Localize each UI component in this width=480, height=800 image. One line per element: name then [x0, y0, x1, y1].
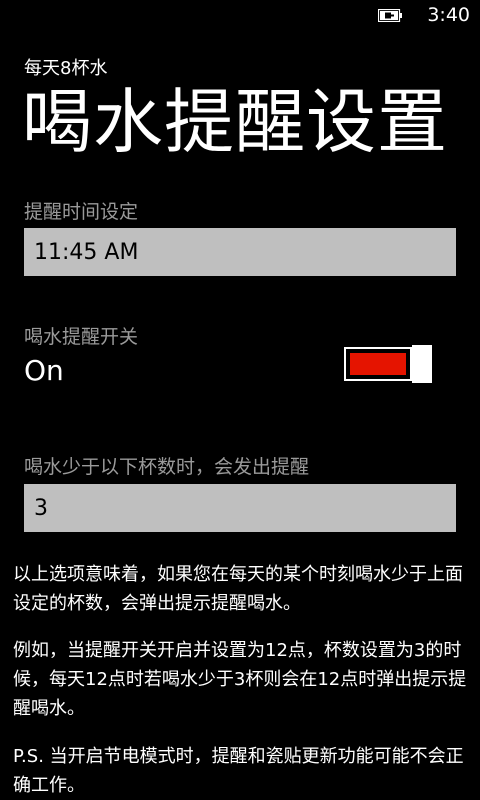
reminder-time-label: 提醒时间设定: [24, 201, 139, 223]
toggle-fill: [350, 353, 406, 375]
reminder-time-field[interactable]: [24, 228, 456, 276]
cup-threshold-field[interactable]: [24, 484, 456, 532]
description-paragraph: 以上选项意味着，如果您在每天的某个时刻喝水少于上面设定的杯数，会弹出提示提醒喝水…: [13, 564, 463, 614]
reminder-toggle-switch[interactable]: [344, 345, 434, 383]
page-title: 喝水提醒设置: [22, 81, 448, 163]
toggle-track: [344, 347, 412, 381]
cup-threshold-label: 喝水少于以下杯数时，会发出提醒: [24, 456, 310, 478]
clock: 3:40: [427, 4, 470, 26]
toggle-thumb[interactable]: [412, 345, 432, 383]
reminder-toggle-label: 喝水提醒开关: [24, 326, 139, 348]
reminder-toggle-state: On: [24, 354, 64, 387]
note-paragraph: P.S. 当开启节电模式时，提醒和瓷贴更新功能可能不会正确工作。: [13, 746, 464, 796]
battery-charging-icon: [378, 9, 402, 22]
example-paragraph: 例如，当提醒开关开启并设置为12点，杯数设置为3的时候，每天12点时若喝水少于3…: [13, 640, 467, 719]
status-bar: 3:40: [0, 0, 480, 32]
